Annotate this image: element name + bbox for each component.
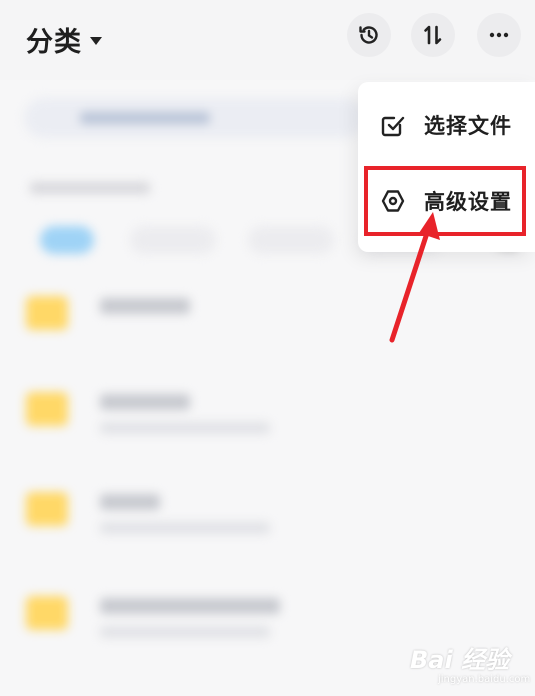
checkbox-icon xyxy=(381,116,405,137)
more-icon xyxy=(489,32,509,38)
page-title: 分类 xyxy=(26,27,82,58)
sort-button[interactable] xyxy=(411,13,455,57)
history-icon xyxy=(359,26,378,44)
history-button[interactable] xyxy=(347,13,391,57)
menu-item-label: 高级设置 xyxy=(424,190,512,214)
list-item xyxy=(0,372,535,468)
more-menu: 选择文件 高级设置 xyxy=(358,82,535,252)
section-label xyxy=(30,182,150,194)
menu-item-label: 选择文件 xyxy=(424,114,512,138)
list-item xyxy=(0,276,535,372)
folder-icon xyxy=(26,296,68,330)
filter-chip xyxy=(248,226,334,254)
watermark-brand: Bai 经验 xyxy=(410,646,510,674)
menu-item-select-files[interactable]: 选择文件 xyxy=(358,90,535,160)
filter-chip xyxy=(130,226,216,254)
folder-icon xyxy=(26,596,68,630)
caret-down-icon xyxy=(90,37,102,45)
folder-icon xyxy=(26,492,68,526)
menu-item-advanced-settings[interactable]: 高级设置 xyxy=(358,166,535,236)
search-bar xyxy=(24,98,364,138)
top-bar: 分类 xyxy=(0,0,535,80)
watermark: Bai 经验 jingyan.baidu.com xyxy=(410,640,530,692)
more-button[interactable] xyxy=(477,13,521,57)
sort-icon xyxy=(424,25,442,45)
list-item xyxy=(0,472,535,568)
watermark-url: jingyan.baidu.com xyxy=(438,674,531,685)
category-dropdown[interactable]: 分类 xyxy=(26,20,102,59)
filter-chip xyxy=(40,226,94,254)
folder-icon xyxy=(26,392,68,426)
hex-settings-icon xyxy=(381,190,405,212)
